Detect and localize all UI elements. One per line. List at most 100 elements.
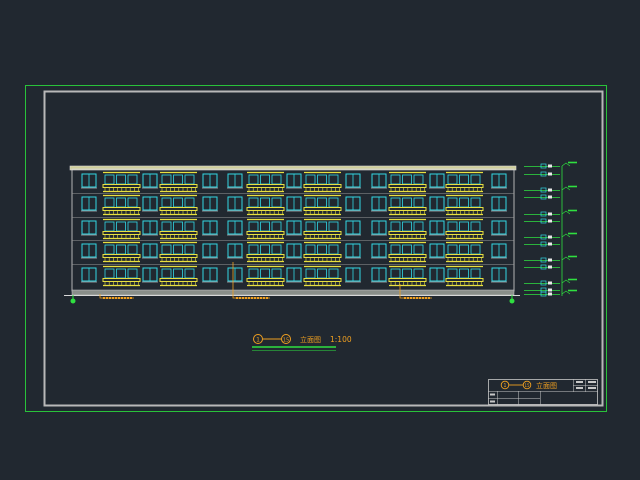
level-value-tag: [548, 288, 552, 292]
balcony-glazing: [127, 197, 138, 208]
balcony-glazing: [413, 197, 424, 208]
balcony-glazing: [248, 268, 259, 279]
level-value-tag: [548, 235, 552, 239]
level-triangle: [561, 162, 571, 167]
balcony-glazing: [161, 197, 172, 208]
balcony-railing: [388, 207, 427, 211]
balcony-glazing: [173, 174, 183, 185]
balcony-glazing: [173, 221, 183, 232]
balcony-glazing: [184, 221, 195, 232]
level-window-tag: [540, 264, 547, 270]
balcony-glazing: [402, 268, 412, 279]
balcony-glazing: [402, 174, 412, 185]
title-end-number: 15: [524, 383, 530, 388]
balcony-glazing: [173, 268, 183, 279]
balcony-railing: [102, 254, 141, 258]
balcony-glazing: [447, 268, 458, 279]
balcony-glazing: [459, 174, 469, 185]
balcony-glazing: [271, 221, 282, 232]
level-triangle: [561, 186, 571, 191]
balcony-glazing: [470, 268, 481, 279]
balcony-glazing: [390, 268, 401, 279]
balcony-railing: [388, 278, 427, 282]
caption-scale: 1:100: [330, 335, 352, 344]
balcony-glazing: [184, 244, 195, 255]
balcony-glazing: [402, 244, 412, 255]
balcony-glazing: [116, 244, 126, 255]
balcony-glazing: [305, 221, 316, 232]
balcony-glazing: [328, 244, 339, 255]
balcony-glazing: [317, 244, 327, 255]
balcony-glazing: [390, 197, 401, 208]
balcony-glazing: [260, 244, 270, 255]
balcony-glazing: [127, 268, 138, 279]
balcony-glazing: [260, 197, 270, 208]
balcony-railing: [246, 254, 285, 258]
level-window-tag: [540, 257, 547, 263]
balcony-glazing: [173, 197, 183, 208]
level-value-tag: [548, 258, 552, 262]
balcony-glazing: [248, 221, 259, 232]
balcony-glazing: [459, 197, 469, 208]
balcony-railing: [303, 207, 342, 211]
balcony-glazing: [317, 174, 327, 185]
balcony-railing: [303, 278, 342, 282]
balcony-glazing: [271, 174, 282, 185]
level-value-tag: [548, 212, 552, 216]
level-window-tag: [540, 163, 547, 169]
balcony-glazing: [271, 197, 282, 208]
level-value-tag: [548, 188, 552, 192]
balcony-glazing: [104, 174, 115, 185]
plinth-hatch: [71, 289, 515, 296]
balcony-glazing: [305, 197, 316, 208]
balcony-glazing: [402, 197, 412, 208]
balcony-glazing: [402, 221, 412, 232]
caption-title: 立面图: [300, 335, 321, 344]
balcony-glazing: [127, 174, 138, 185]
balcony-railing: [102, 278, 141, 282]
level-value-tag: [548, 219, 552, 223]
balcony-glazing: [260, 221, 270, 232]
level-value-tag: [548, 292, 552, 296]
building-elevation: [64, 165, 520, 304]
balcony-glazing: [413, 174, 424, 185]
balcony-glazing: [104, 244, 115, 255]
axis-bubble-left: [70, 298, 76, 304]
balcony-glazing: [459, 221, 469, 232]
balcony-railing: [303, 184, 342, 188]
caption-end-number: 15: [283, 338, 289, 344]
balcony-railing: [388, 184, 427, 188]
axis-bubble-right: [509, 298, 515, 304]
balcony-railing: [445, 207, 484, 211]
level-value-tag: [548, 242, 552, 246]
level-triangle: [561, 233, 571, 238]
title-start-number: 1: [503, 383, 506, 389]
balcony-railing: [303, 231, 342, 235]
balcony-glazing: [161, 244, 172, 255]
balcony-glazing: [413, 221, 424, 232]
balcony-railing: [303, 254, 342, 258]
balcony-railing: [445, 184, 484, 188]
title-cell-mark-3: [576, 387, 583, 389]
level-window-tag: [540, 218, 547, 224]
balcony-glazing: [248, 197, 259, 208]
balcony-glazing: [173, 244, 183, 255]
balcony-railing: [246, 207, 285, 211]
balcony-glazing: [104, 197, 115, 208]
balcony-glazing: [470, 197, 481, 208]
balcony-glazing: [390, 244, 401, 255]
balcony-glazing: [470, 174, 481, 185]
drawing-caption: 1 15 立面图 1:100: [252, 334, 352, 351]
balcony-railing: [388, 254, 427, 258]
balcony-glazing: [248, 244, 259, 255]
balcony-glazing: [328, 221, 339, 232]
balcony-glazing: [116, 268, 126, 279]
cad-drawing-canvas[interactable]: 1 15 立面图 1:100 1 15 立面图: [0, 0, 640, 480]
level-window-tag: [540, 211, 547, 217]
level-window-tag: [540, 287, 547, 293]
balcony-glazing: [317, 268, 327, 279]
level-window-tag: [540, 280, 547, 286]
balcony-glazing: [184, 197, 195, 208]
balcony-glazing: [328, 197, 339, 208]
balcony-railing: [102, 231, 141, 235]
